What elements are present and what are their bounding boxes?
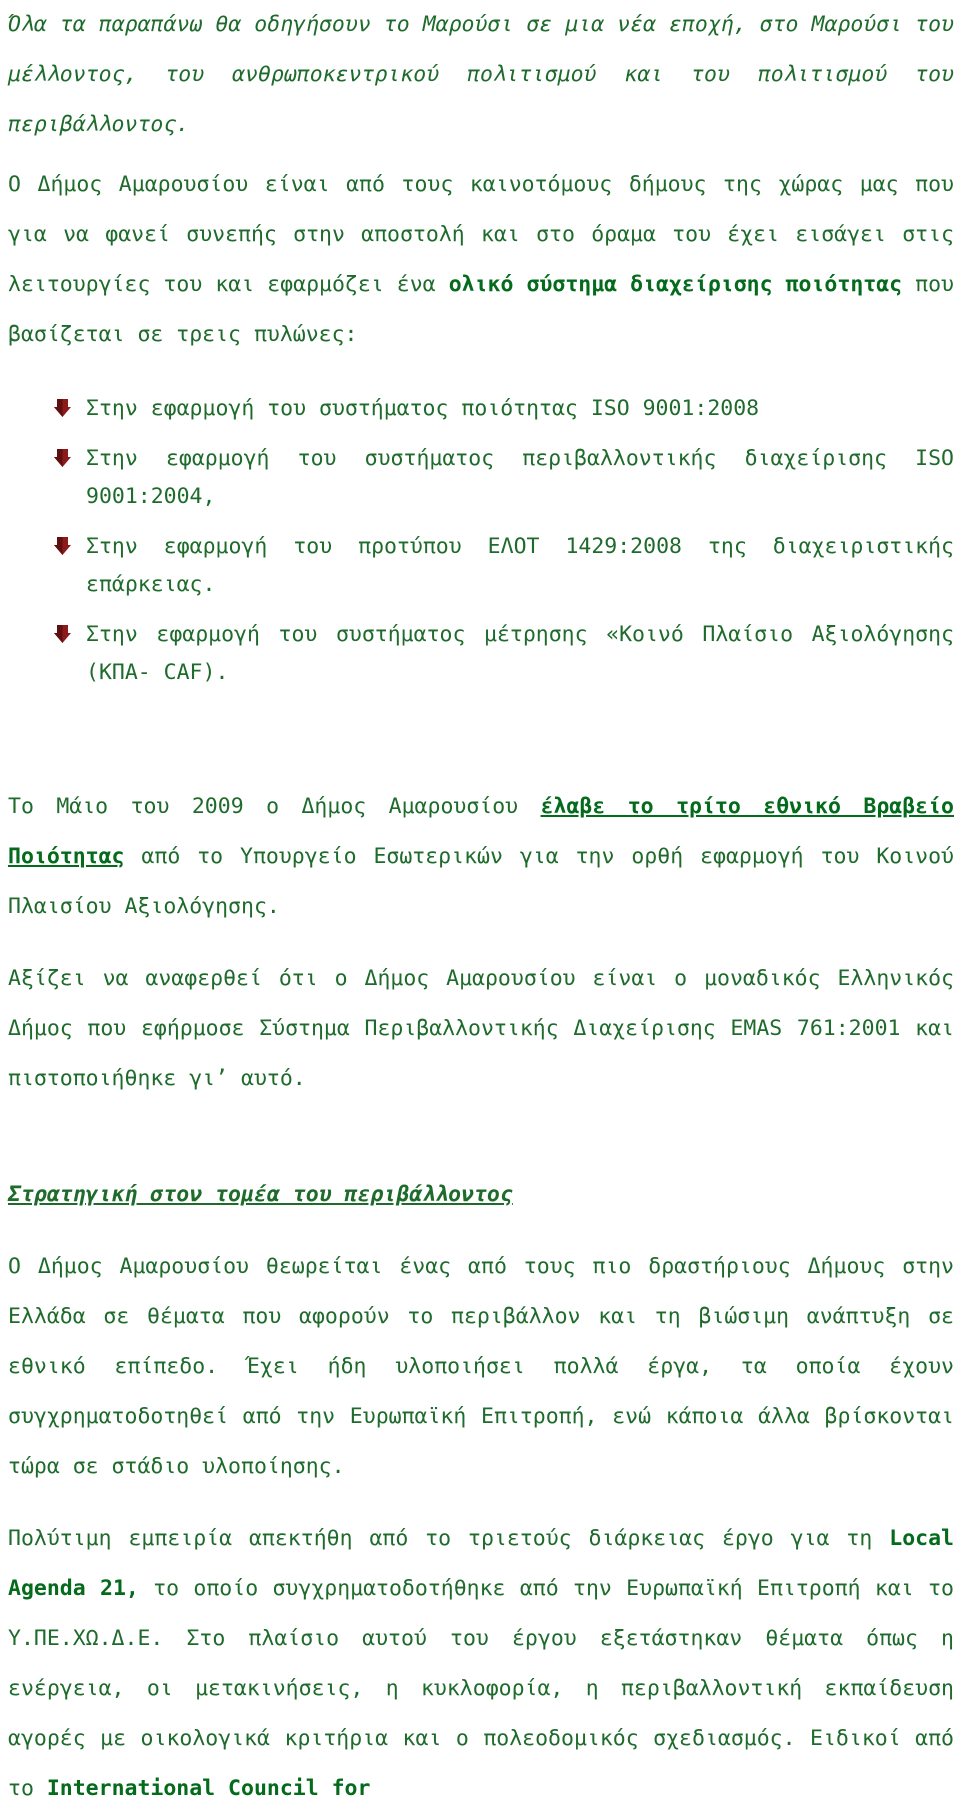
list-item-label: Στην εφαρμογή του συστήματος ποιότητας I… [86,396,760,421]
arrow-bullet-icon [52,447,72,469]
paragraph-local-agenda: Πολύτιμη εμπειρία απεκτήθη από το τριετο… [8,1514,954,1814]
quality-system-bold-phrase: ολικό σύστημα διαχείρισης ποιότητας [448,272,903,297]
award-text-part1: Το Μάιο του 2009 ο Δήμος Αμαρουσίου [8,794,541,819]
list-item-label: Στην εφαρμογή του συστήματος μέτρησης «Κ… [86,622,954,685]
list-item-label: Στην εφαρμογή του προτύπου ΕΛΟΤ 1429:200… [86,534,954,597]
arrow-bullet-icon [52,397,72,419]
arrow-bullet-icon [52,623,72,645]
paragraph-intro-italic: Όλα τα παραπάνω θα οδηγήσουν το Μαρούσι … [8,12,954,137]
arrow-bullet-icon [52,535,72,557]
pillars-list: Στην εφαρμογή του συστήματος ποιότητας I… [8,390,954,692]
award-text-part2: από το Υπουργείο Εσωτερικών για την ορθή… [8,844,954,919]
local-agenda-bold-organization: International Council for [46,1776,371,1801]
list-item: Στην εφαρμογή του συστήματος ποιότητας I… [8,390,954,428]
paragraph-emas: Αξίζει να αναφερθεί ότι ο Δήμος Αμαρουσί… [8,966,954,1091]
paragraph-quality-award: Το Μάιο του 2009 ο Δήμος Αμαρουσίου έλαβ… [8,782,954,932]
document-page: Όλα τα παραπάνω θα οδηγήσουν το Μαρούσι … [0,0,960,1801]
paragraph-environment-intro: Ο Δήμος Αμαρουσίου θεωρείται ένας από το… [8,1254,954,1479]
local-agenda-text-part1: Πολύτιμη εμπειρία απεκτήθη από το τριετο… [8,1526,890,1551]
paragraph-quality-system: Ο Δήμος Αμαρουσίου είναι από τους καινοτ… [8,160,954,360]
section-heading-wrapper: Στρατηγική στον τομέα του περιβάλλοντος [8,1170,954,1220]
list-item: Στην εφαρμογή του συστήματος μέτρησης «Κ… [8,616,954,692]
list-item: Στην εφαρμογή του προτύπου ΕΛΟΤ 1429:200… [8,528,954,604]
list-item: Στην εφαρμογή του συστήματος περιβαλλοντ… [8,440,954,516]
local-agenda-text-part2: το οποίο συγχρηματοδοτήθηκε από την Ευρω… [8,1576,954,1801]
list-item-label: Στην εφαρμογή του συστήματος περιβαλλοντ… [86,446,954,509]
page-heading-environment-strategy: Στρατηγική στον τομέα του περιβάλλοντος [8,1182,513,1207]
